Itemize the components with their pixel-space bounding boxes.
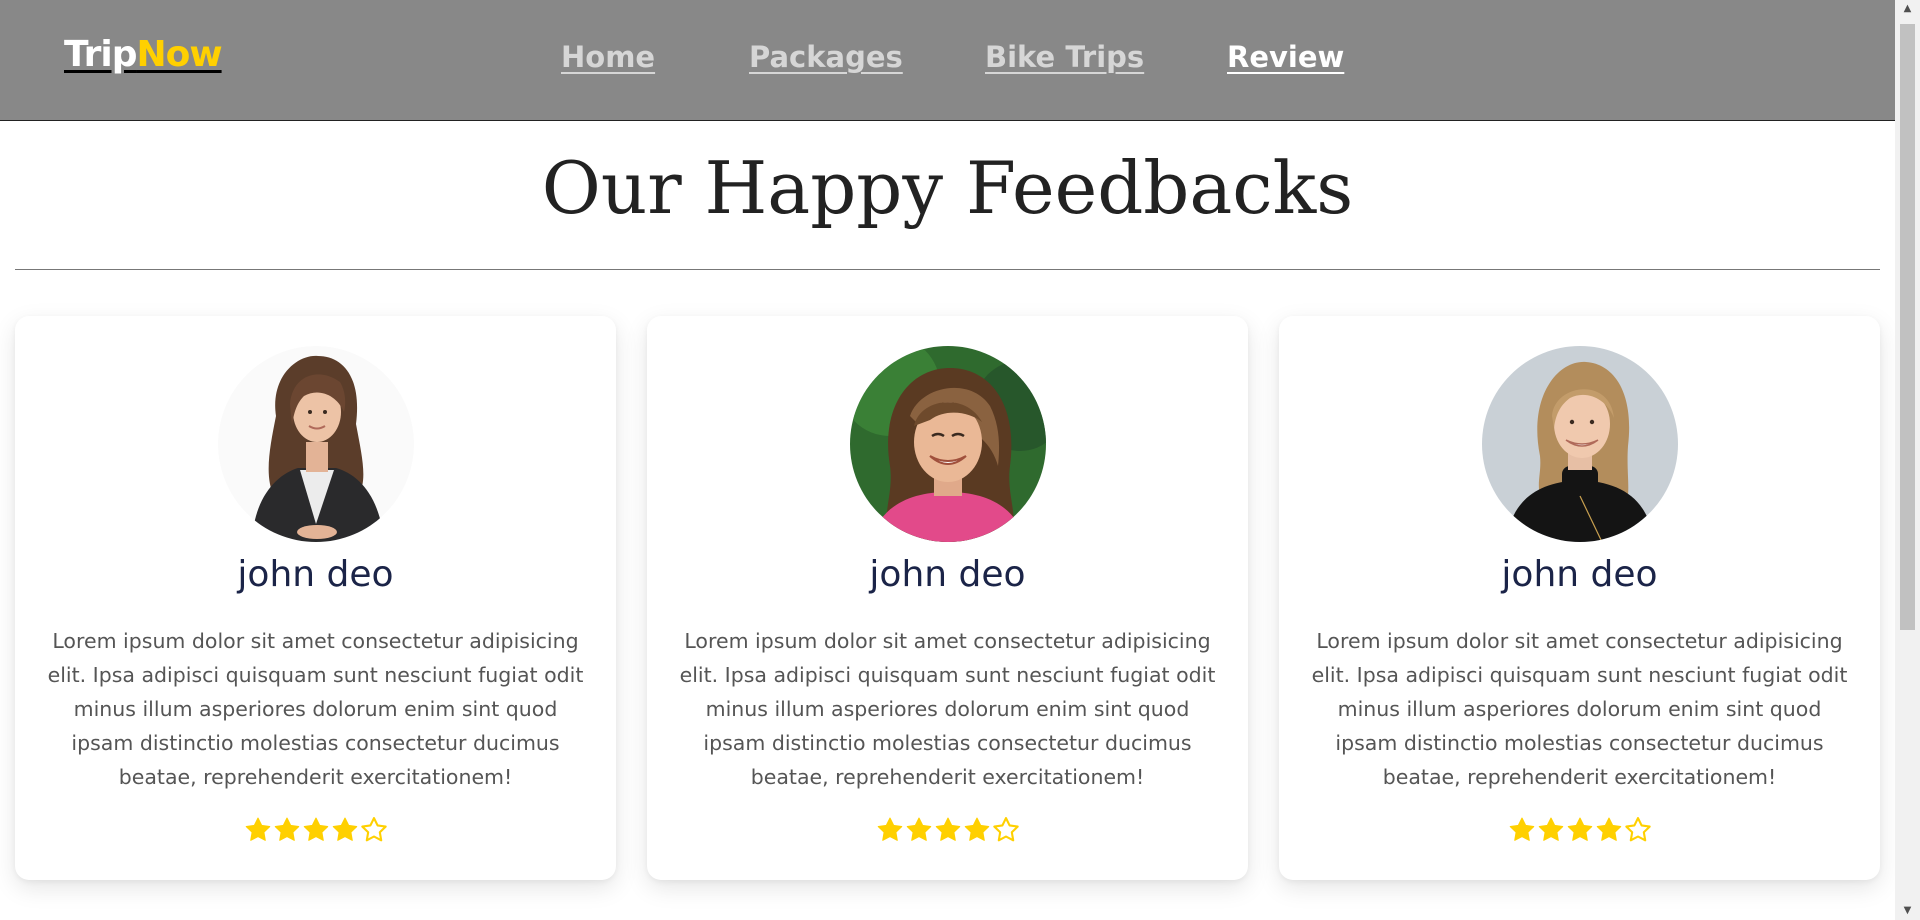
star-rating <box>647 816 1248 850</box>
section-title: Our Happy Feedbacks <box>541 146 1354 230</box>
navbar: TripNow Home Packages Bike Trips Review <box>0 0 1895 121</box>
scroll-up-arrow-icon[interactable]: ▲ <box>1895 0 1920 18</box>
star-filled-icon <box>1538 817 1563 841</box>
reviewer-name: john deo <box>869 554 1026 595</box>
star-filled-icon <box>1509 817 1534 841</box>
star-filled-icon <box>274 817 299 841</box>
reviewer-name: john deo <box>1501 554 1658 595</box>
review-cards: john deo Lorem ipsum dolor sit amet cons… <box>15 316 1880 881</box>
star-filled-icon <box>1567 817 1592 841</box>
avatar <box>1481 346 1678 542</box>
star-filled-icon <box>935 817 960 841</box>
scrollbar[interactable]: ▲ ▼ <box>1895 0 1920 920</box>
star-filled-icon <box>964 817 989 841</box>
avatar <box>217 346 414 542</box>
star-filled-icon <box>1596 817 1621 841</box>
nav-link-home[interactable]: Home <box>561 40 655 74</box>
review-text: Lorem ipsum dolor sit amet consectetur a… <box>679 629 1216 789</box>
reviewer-name: john deo <box>237 554 394 595</box>
star-rating <box>15 816 616 850</box>
review-text: Lorem ipsum dolor sit amet consectetur a… <box>47 629 584 789</box>
review-card: john deo Lorem ipsum dolor sit amet cons… <box>1279 316 1880 880</box>
smiling-woman-pink-top-photo-icon <box>849 346 1046 542</box>
star-empty-icon <box>360 817 387 842</box>
review-card: john deo Lorem ipsum dolor sit amet cons… <box>647 316 1248 880</box>
star-filled-icon <box>877 817 902 841</box>
divider <box>15 269 1880 270</box>
star-filled-icon <box>906 817 931 841</box>
review-card: john deo Lorem ipsum dolor sit amet cons… <box>15 316 616 880</box>
star-empty-icon <box>1624 817 1651 842</box>
nav-link-bike-trips[interactable]: Bike Trips <box>985 40 1144 74</box>
avatar <box>849 346 1046 542</box>
blonde-woman-black-sweater-photo-icon <box>1481 346 1678 542</box>
nav-links: Home Packages Bike Trips Review <box>0 40 1895 84</box>
star-empty-icon <box>992 817 1019 842</box>
star-filled-icon <box>303 817 328 841</box>
star-filled-icon <box>332 817 357 841</box>
star-rating <box>1279 816 1880 850</box>
scroll-down-arrow-icon[interactable]: ▼ <box>1895 902 1920 920</box>
review-text: Lorem ipsum dolor sit amet consectetur a… <box>1311 629 1848 789</box>
nav-link-packages[interactable]: Packages <box>749 40 903 74</box>
star-filled-icon <box>245 817 270 841</box>
scroll-thumb[interactable] <box>1900 24 1915 630</box>
nav-link-review[interactable]: Review <box>1227 40 1344 74</box>
woman-leather-jacket-photo-icon <box>217 346 414 542</box>
